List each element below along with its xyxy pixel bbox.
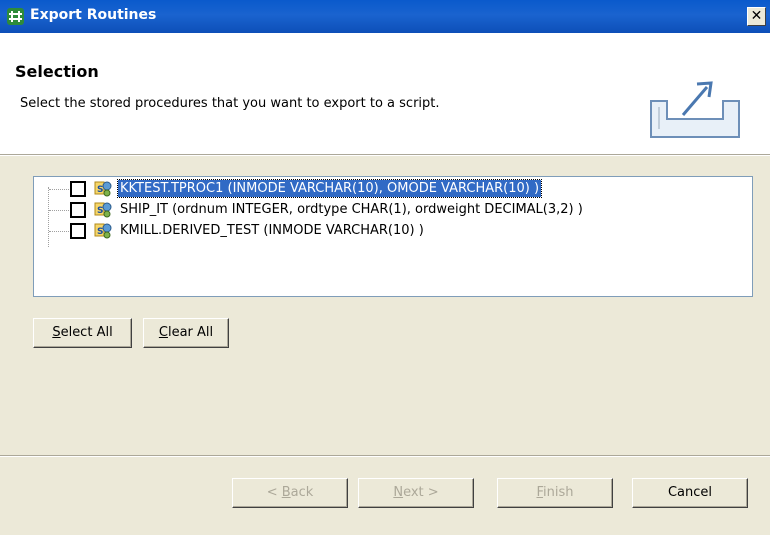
export-wizard-icon — [650, 81, 740, 138]
stored-procedure-icon: S — [94, 202, 112, 218]
procedure-checkbox[interactable] — [70, 181, 86, 197]
svg-text:S: S — [97, 227, 103, 237]
procedure-checkbox[interactable] — [70, 223, 86, 239]
tree-item[interactable]: S SHIP_IT (ordnum INTEGER, ordtype CHAR(… — [34, 200, 752, 220]
next-mnemonic: N — [393, 485, 404, 500]
cancel-label: Cancel — [667, 485, 713, 500]
next-label: ext > — [403, 485, 439, 500]
wizard-header: Selection Select the stored procedures t… — [0, 33, 770, 154]
next-button[interactable]: Next > — [358, 478, 474, 508]
tree-branch-line — [49, 189, 69, 190]
procedure-tree[interactable]: S KKTEST.TPROC1 (INMODE VARCHAR(10), OMO… — [33, 176, 753, 297]
cancel-button[interactable]: Cancel — [632, 478, 748, 508]
header-separator — [0, 154, 770, 156]
select-all-button[interactable]: Select All — [33, 318, 132, 348]
stored-procedure-icon: S — [94, 181, 112, 197]
finish-button[interactable]: Finish — [497, 478, 613, 508]
svg-text:S: S — [97, 206, 103, 216]
svg-text:S: S — [97, 185, 103, 195]
back-button[interactable]: < Back — [232, 478, 348, 508]
procedure-checkbox[interactable] — [70, 202, 86, 218]
window-title: Export Routines — [30, 7, 157, 23]
tree-branch-line — [49, 210, 69, 211]
close-icon: ✕ — [750, 8, 763, 24]
select-all-mnemonic: S — [52, 325, 61, 340]
close-button[interactable]: ✕ — [747, 7, 766, 26]
back-label: ack — [290, 485, 314, 500]
title-bar: Export Routines ✕ — [0, 0, 770, 33]
tree-branch-line — [49, 231, 69, 232]
clear-all-mnemonic: C — [158, 325, 168, 340]
footer-separator — [0, 455, 770, 457]
clear-all-label: lear All — [167, 325, 214, 340]
export-routines-app-icon — [7, 8, 24, 25]
stored-procedure-icon: S — [94, 223, 112, 239]
back-prefix: < — [266, 485, 282, 500]
tree-item[interactable]: S KKTEST.TPROC1 (INMODE VARCHAR(10), OMO… — [34, 179, 752, 199]
procedure-label[interactable]: KKTEST.TPROC1 (INMODE VARCHAR(10), OMODE… — [116, 179, 543, 198]
tree-item[interactable]: S KMILL.DERIVED_TEST (INMODE VARCHAR(10)… — [34, 221, 752, 241]
finish-label: inish — [543, 485, 574, 500]
procedure-label[interactable]: SHIP_IT (ordnum INTEGER, ordtype CHAR(1)… — [118, 201, 585, 218]
page-description: Select the stored procedures that you wa… — [20, 96, 440, 111]
page-title: Selection — [15, 62, 99, 81]
select-all-label: elect All — [60, 325, 113, 340]
back-mnemonic: B — [281, 485, 291, 500]
procedure-label[interactable]: KMILL.DERIVED_TEST (INMODE VARCHAR(10) ) — [118, 222, 426, 239]
clear-all-button[interactable]: Clear All — [143, 318, 229, 348]
